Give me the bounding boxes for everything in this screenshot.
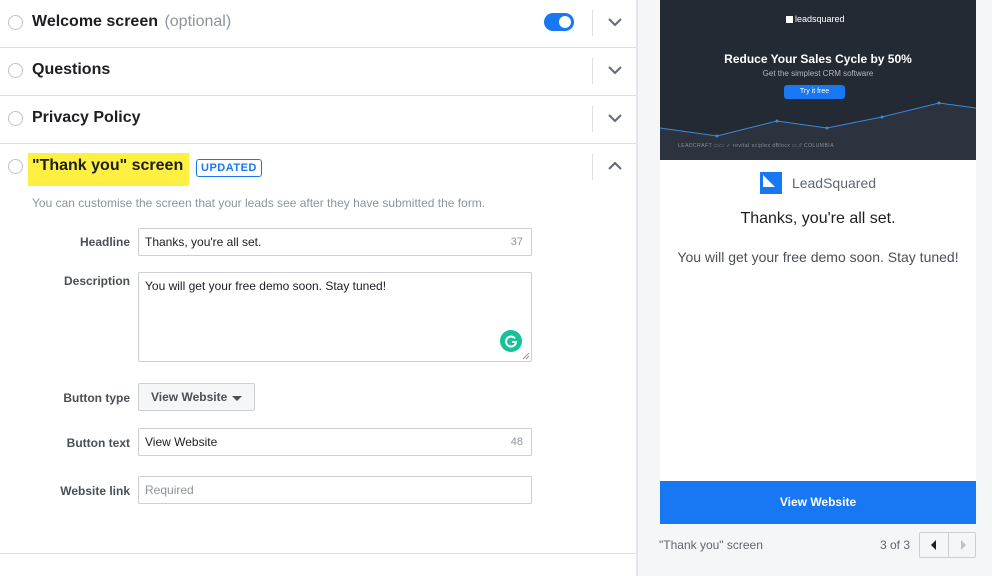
grammarly-icon[interactable] <box>500 330 522 352</box>
radio-thankyou[interactable] <box>8 159 23 174</box>
pager <box>919 532 976 558</box>
banner-client-logos: LEADCRAFT ▭▭ ✓ revital sciplex dBlocx ▭ … <box>678 143 835 149</box>
divider <box>592 58 593 84</box>
description-value: You will get your free demo soon. Stay t… <box>145 279 387 293</box>
button-text-value: View Website <box>145 435 218 449</box>
toggle-knob <box>559 16 571 28</box>
updated-badge: UPDATED <box>196 159 262 177</box>
section-questions[interactable]: Questions <box>0 48 636 96</box>
section-title: Welcome screen (optional) <box>32 13 232 30</box>
headline-input[interactable]: Thanks, you're all set. 37 <box>138 228 532 256</box>
button-text-label: Button text <box>66 436 130 450</box>
optional-label: (optional) <box>164 13 232 30</box>
radio-privacy[interactable] <box>8 111 23 126</box>
section-welcome[interactable]: Welcome screen (optional) <box>0 0 636 48</box>
next-icon[interactable] <box>949 533 977 557</box>
dropdown-value: View Website <box>151 390 228 404</box>
button-type-dropdown[interactable]: View Website <box>138 383 255 411</box>
previous-icon[interactable] <box>920 533 948 557</box>
resize-handle-icon[interactable] <box>521 351 530 360</box>
headline-value: Thanks, you're all set. <box>145 235 262 249</box>
banner-subline: Get the simplest CRM software <box>762 69 874 78</box>
preview-view-website-button[interactable]: View Website <box>660 481 976 524</box>
divider <box>592 154 593 180</box>
char-count: 37 <box>510 236 523 248</box>
description-textarea[interactable]: You will get your free demo soon. Stay t… <box>138 272 532 362</box>
divider <box>592 10 593 36</box>
banner-graph-decoration <box>660 101 976 160</box>
placeholder-text: Required <box>145 483 194 497</box>
leadsquared-logo-icon <box>759 172 782 194</box>
preview-headline: Thanks, you're all set. <box>740 210 896 227</box>
section-title: Privacy Policy <box>32 109 141 126</box>
preview-banner-image: leadsquared Reduce Your Sales Cycle by 5… <box>660 0 976 160</box>
preview-panel: leadsquared Reduce Your Sales Cycle by 5… <box>638 0 992 576</box>
char-count: 48 <box>510 436 523 448</box>
brand-name: LeadSquared <box>791 175 877 191</box>
banner-logo: leadsquared <box>786 14 845 24</box>
chevron-down-icon[interactable] <box>606 14 624 30</box>
section-title: Questions <box>32 61 111 78</box>
button-type-label: Button type <box>63 391 130 405</box>
welcome-toggle[interactable] <box>544 13 574 31</box>
preview-card: leadsquared Reduce Your Sales Cycle by 5… <box>660 0 976 481</box>
page-indicator: 3 of 3 <box>880 538 911 552</box>
radio-questions[interactable] <box>8 63 23 78</box>
chevron-down-icon[interactable] <box>606 62 624 78</box>
radio-welcome[interactable] <box>8 15 23 30</box>
section-title-highlighted: "Thank you" screen <box>28 153 190 186</box>
form-editor-panel: Welcome screen (optional) Questions Priv… <box>0 0 636 576</box>
headline-label: Headline <box>79 235 130 249</box>
preview-screen-label: "Thank you" screen <box>659 538 763 552</box>
button-text-input[interactable]: View Website 48 <box>138 428 532 456</box>
banner-cta: Try it free <box>784 85 845 99</box>
helper-text: You can customise the screen that your l… <box>32 196 486 210</box>
chevron-down-icon[interactable] <box>606 110 624 126</box>
banner-headline: Reduce Your Sales Cycle by 50% <box>724 52 912 66</box>
description-label: Description <box>63 274 130 288</box>
section-privacy[interactable]: Privacy Policy <box>0 96 636 144</box>
website-link-input[interactable]: Required <box>138 476 532 504</box>
chevron-up-icon[interactable] <box>606 158 624 174</box>
caret-down-icon <box>232 396 242 401</box>
preview-description: You will get your free demo soon. Stay t… <box>677 249 959 265</box>
divider <box>592 106 593 132</box>
brand-row: LeadSquared <box>660 172 976 194</box>
website-link-label: Website link <box>60 484 130 498</box>
